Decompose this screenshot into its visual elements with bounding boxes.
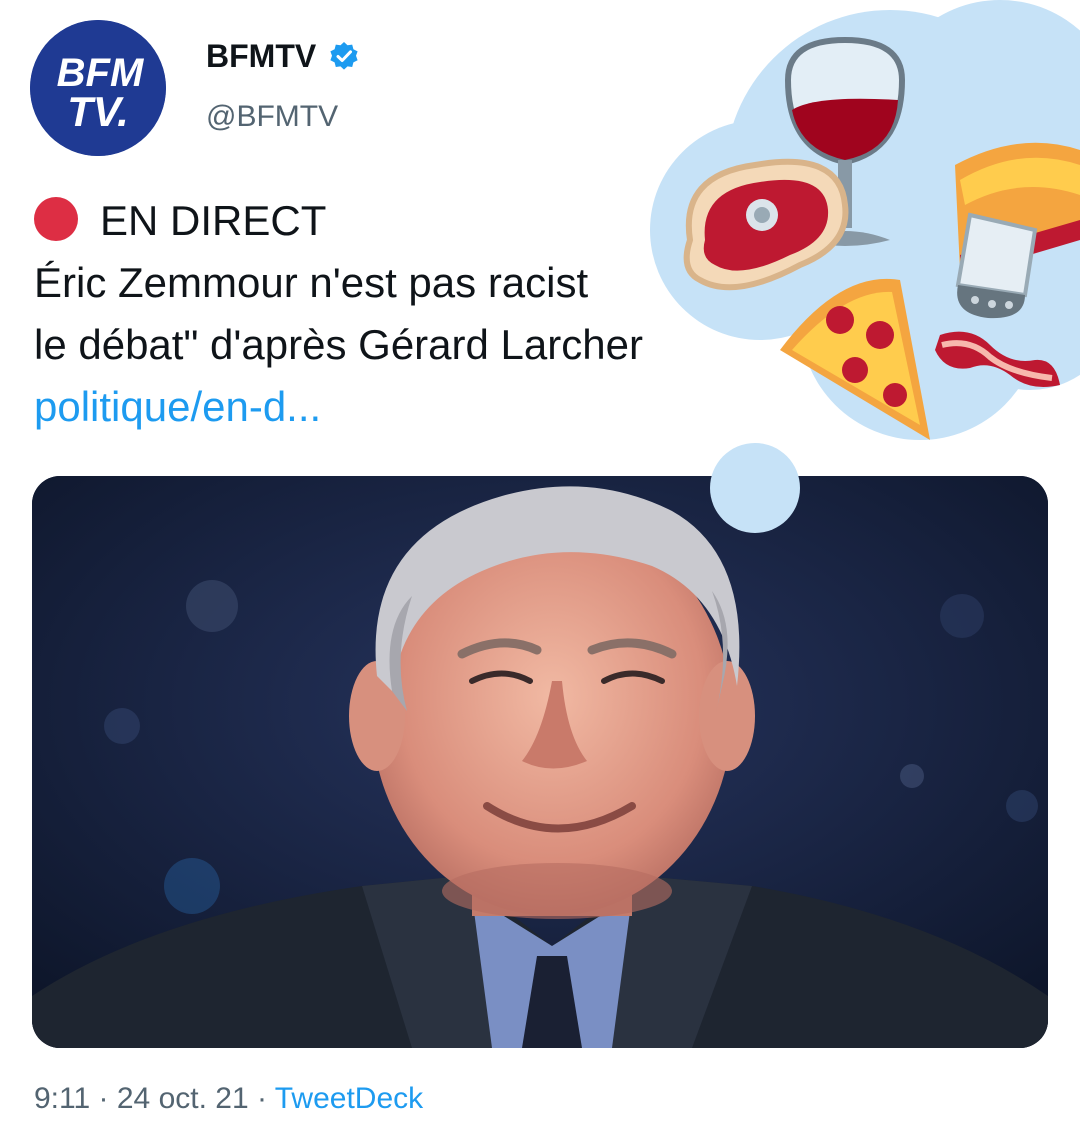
portrait-photo (32, 476, 1048, 1048)
thought-bubble-overlay (640, 0, 1080, 540)
tweet-source-link[interactable]: TweetDeck (275, 1082, 423, 1115)
verified-badge-icon (330, 41, 358, 70)
account-handle[interactable]: @BFMTV (206, 100, 338, 134)
account-avatar[interactable]: BFM TV. (30, 20, 166, 156)
salt-shaker-icon (955, 212, 1038, 319)
meta-separator-2: · (256, 1082, 267, 1115)
thought-bubble-icon (650, 0, 1080, 533)
meta-separator: · (98, 1082, 109, 1115)
display-name[interactable]: BFMTV (206, 38, 316, 75)
author-name-row: BFMTV (206, 38, 360, 75)
tweet-link[interactable]: politique/en-d... (34, 383, 321, 430)
red-circle-icon (34, 197, 78, 241)
live-label: EN DIRECT (100, 197, 327, 244)
bfmtv-logo: BFM TV. (30, 20, 166, 156)
tweet-time[interactable]: 9:11 (34, 1082, 90, 1115)
tweet-photo[interactable] (32, 476, 1048, 1048)
avatar-logo-line2: TV. (67, 88, 128, 135)
tweet-date[interactable]: 24 oct. 21 (117, 1082, 249, 1115)
tweet-metadata: 9:11 · 24 oct. 21 · TweetDeck (34, 1082, 423, 1116)
